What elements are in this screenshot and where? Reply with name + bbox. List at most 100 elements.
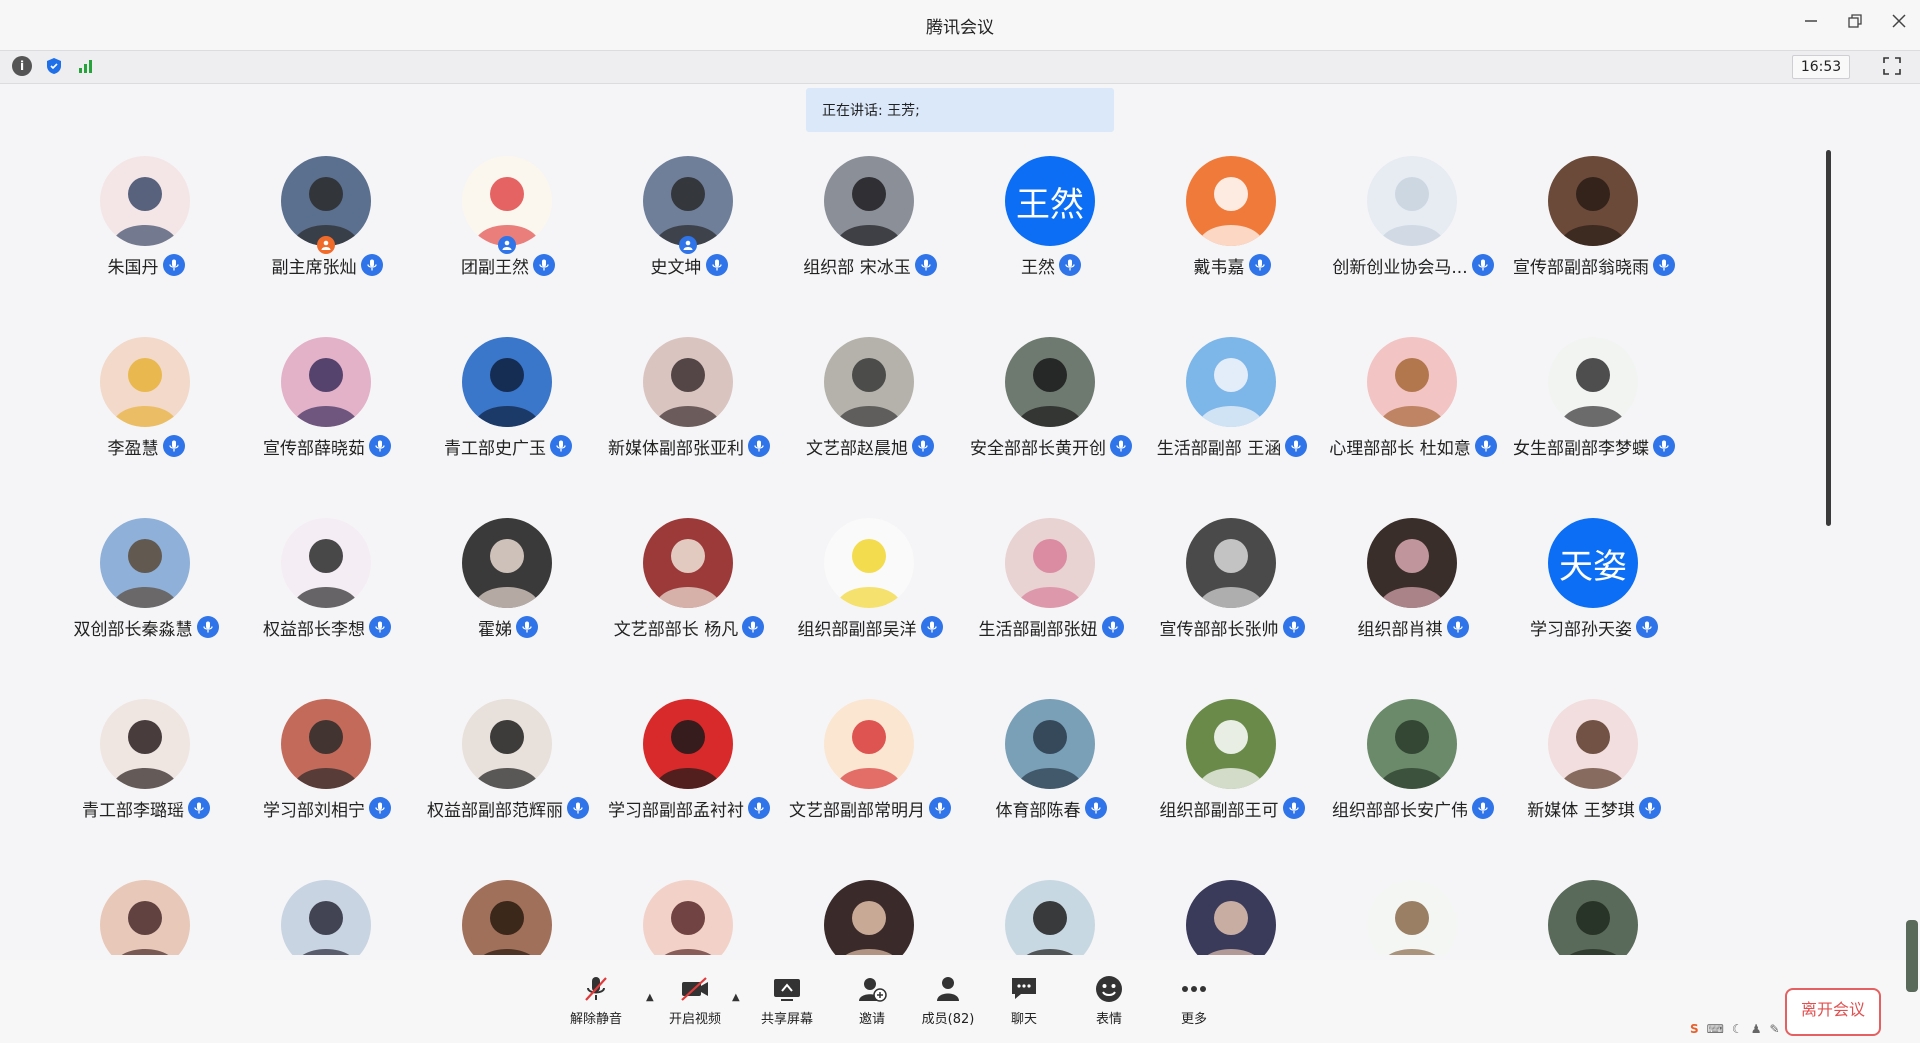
avatar <box>281 337 371 427</box>
info-icon[interactable]: i <box>12 56 32 76</box>
participant-tile[interactable]: 女生部副部李梦蝶 <box>1504 321 1684 481</box>
share-screen-label: 共享屏幕 <box>760 1012 813 1027</box>
participant-tile[interactable]: 组织部肖祺 <box>1323 502 1503 662</box>
participant-tile[interactable]: 双创部长秦淼慧 <box>56 502 236 662</box>
participant-tile[interactable]: 创新创业协会马... <box>1323 140 1503 300</box>
participant-tile[interactable]: 宣传部薛晓茹 <box>237 321 417 481</box>
participant-tile[interactable] <box>961 864 1141 955</box>
participant-name-row: 体育部陈春 <box>961 795 1141 821</box>
participant-tile[interactable]: 青工部史广玉 <box>418 321 598 481</box>
members-button[interactable]: 成员(82) <box>913 972 983 1032</box>
reactions-button[interactable]: 表情 <box>1074 972 1144 1032</box>
participant-tile[interactable]: 安全部部长黄开创 <box>961 321 1141 481</box>
more-label: 更多 <box>1180 1012 1207 1027</box>
participant-tile[interactable] <box>780 864 960 955</box>
participant-name: 文艺部赵晨旭 <box>806 438 908 459</box>
camera-off-icon <box>678 972 712 1006</box>
participant-tile[interactable]: 学习部刘相宁 <box>237 683 417 843</box>
avatar <box>281 156 371 246</box>
share-screen-button[interactable]: 共享屏幕 <box>752 972 822 1032</box>
participant-tile[interactable]: 新媒体 王梦琪 <box>1504 683 1684 843</box>
video-options-caret-icon[interactable]: ▲ <box>732 992 740 1003</box>
avatar <box>281 518 371 608</box>
participant-tile[interactable]: 文艺部部长 杨凡 <box>599 502 779 662</box>
mic-icon <box>705 254 728 276</box>
restore-icon[interactable] <box>1844 10 1866 32</box>
mic-icon <box>912 435 934 457</box>
tray-moon-icon[interactable]: ☾ <box>1732 1022 1743 1036</box>
participant-tile[interactable]: 史文坤 <box>599 140 779 300</box>
system-tray: S ⌨ ☾ ♟ ✎ <box>1690 1018 1890 1040</box>
participant-tile[interactable]: 霍娣 <box>418 502 598 662</box>
mic-icon <box>742 616 765 638</box>
participant-name: 青工部史广玉 <box>444 438 546 459</box>
participant-tile[interactable]: 团副王然 <box>418 140 598 300</box>
participant-tile[interactable] <box>1142 864 1322 955</box>
side-widget[interactable] <box>1906 920 1918 992</box>
participant-tile[interactable]: 李盈慧 <box>56 321 236 481</box>
participant-tile[interactable]: 宣传部部长张帅 <box>1142 502 1322 662</box>
participant-tile[interactable]: 心理部部长 杜如意 <box>1323 321 1503 481</box>
start-video-button[interactable]: 开启视频 <box>660 972 730 1032</box>
participant-name-row: 文艺部部长 杨凡 <box>599 614 779 640</box>
participant-tile[interactable]: 宣传部副部翁晓雨 <box>1504 140 1684 300</box>
participant-tile[interactable]: 组织部 宋冰玉 <box>780 140 960 300</box>
members-icon <box>931 972 965 1006</box>
participant-tile[interactable]: 学习部副部孟衬衬 <box>599 683 779 843</box>
signal-icon[interactable] <box>76 56 96 76</box>
invite-button[interactable]: 邀请 <box>837 972 907 1032</box>
avatar <box>1367 337 1457 427</box>
mic-icon <box>748 797 770 819</box>
avatar <box>281 880 371 955</box>
mic-icon <box>1110 435 1132 457</box>
participant-tile[interactable]: 生活部副部 王涵 <box>1142 321 1322 481</box>
participant-name-row: 宣传部薛晓茹 <box>237 433 417 459</box>
participant-tile[interactable]: 朱国丹 <box>56 140 236 300</box>
participant-tile[interactable]: 组织部部长安广伟 <box>1323 683 1503 843</box>
participant-tile[interactable]: 体育部陈春 <box>961 683 1141 843</box>
participant-name-row: 组织部部长安广伟 <box>1323 795 1503 821</box>
shield-icon[interactable] <box>44 56 64 76</box>
participant-tile[interactable]: 权益部副部范辉丽 <box>418 683 598 843</box>
participant-tile[interactable]: 权益部长李想 <box>237 502 417 662</box>
participant-tile[interactable]: 组织部副部王可 <box>1142 683 1322 843</box>
participant-name: 副主席张灿 <box>271 257 357 278</box>
fullscreen-icon[interactable] <box>1882 56 1902 76</box>
unmute-button[interactable]: 解除静音 <box>561 972 631 1032</box>
participant-tile[interactable]: 王然 王然 <box>961 140 1141 300</box>
tray-user-icon[interactable]: ♟ <box>1751 1022 1762 1036</box>
audio-options-caret-icon[interactable]: ▲ <box>646 992 654 1003</box>
mic-icon <box>1638 797 1661 819</box>
participant-tile[interactable]: 文艺部赵晨旭 <box>780 321 960 481</box>
participant-tile[interactable] <box>1323 864 1503 955</box>
participant-tile[interactable] <box>56 864 236 955</box>
participant-tile[interactable]: 新媒体副部张亚利 <box>599 321 779 481</box>
tray-tool-icon[interactable]: ✎ <box>1770 1022 1780 1036</box>
participant-tile[interactable]: 青工部李璐瑶 <box>56 683 236 843</box>
minimize-icon[interactable] <box>1800 10 1822 32</box>
avatar <box>100 337 190 427</box>
share-screen-icon <box>770 972 804 1006</box>
participant-name-row: 副主席张灿 <box>237 252 417 278</box>
participant-tile[interactable] <box>237 864 417 955</box>
chat-label: 聊天 <box>1010 1012 1037 1027</box>
more-button[interactable]: 更多 <box>1159 972 1229 1032</box>
participant-tile[interactable] <box>599 864 779 955</box>
participant-tile[interactable]: 生活部副部张妞 <box>961 502 1141 662</box>
avatar <box>643 156 733 246</box>
close-icon[interactable] <box>1888 10 1910 32</box>
chat-button[interactable]: 聊天 <box>989 972 1059 1032</box>
ime-icon[interactable]: S <box>1690 1022 1699 1036</box>
participant-tile[interactable]: 组织部副部吴洋 <box>780 502 960 662</box>
avatar <box>1186 337 1276 427</box>
participant-tile[interactable] <box>418 864 598 955</box>
participant-tile[interactable]: 天姿 学习部孙天姿 <box>1504 502 1684 662</box>
tray-ime-lang-icon[interactable]: ⌨ <box>1707 1022 1724 1036</box>
participant-tile[interactable]: 副主席张灿 <box>237 140 417 300</box>
participant-tile[interactable]: 文艺部副部常明月 <box>780 683 960 843</box>
grid-scrollbar[interactable] <box>1826 150 1831 526</box>
participant-tile[interactable] <box>1504 864 1684 955</box>
participant-tile[interactable]: 戴韦嘉 <box>1142 140 1322 300</box>
mic-icon <box>369 435 391 457</box>
reactions-label: 表情 <box>1095 1012 1122 1027</box>
